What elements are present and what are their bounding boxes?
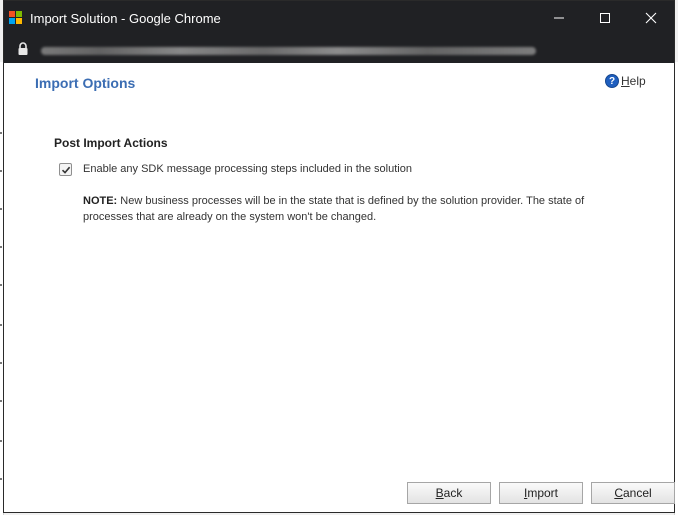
maximize-icon (600, 13, 610, 23)
section-heading: Post Import Actions (54, 136, 168, 150)
back-button[interactable]: Back (407, 482, 491, 504)
import-solution-window: Import Solution - Google Chrome Import O… (3, 0, 675, 513)
background-mark (0, 246, 2, 248)
help-label[interactable]: Help (621, 74, 646, 88)
background-mark (0, 478, 2, 480)
background-mark (0, 440, 2, 442)
help-link[interactable]: ? Help (605, 74, 646, 88)
import-button[interactable]: Import (499, 482, 583, 504)
background-mark (0, 284, 2, 286)
enable-sdk-steps-checkbox[interactable] (59, 163, 72, 176)
checkbox-label[interactable]: Enable any SDK message processing steps … (83, 163, 412, 175)
background-mark (0, 170, 2, 172)
microsoft-logo-icon (9, 11, 23, 25)
window-title: Import Solution - Google Chrome (30, 11, 221, 26)
background-mark (0, 362, 2, 364)
title-bar[interactable]: Import Solution - Google Chrome (4, 1, 674, 35)
minimize-button[interactable] (536, 1, 582, 35)
dialog-content: Import Options ? Help Post Import Action… (4, 63, 675, 512)
note-text: New business processes will be in the st… (83, 195, 585, 223)
note-paragraph: NOTE: New business processes will be in … (83, 193, 603, 225)
background-mark (0, 132, 2, 134)
note-label: NOTE: (83, 195, 118, 207)
import-button-label: Import (523, 486, 559, 500)
minimize-icon (554, 17, 564, 19)
checkmark-icon (61, 166, 70, 174)
background-mark (0, 208, 2, 210)
cancel-button[interactable]: Cancel (591, 482, 675, 504)
lock-icon (18, 42, 28, 55)
page-title: Import Options (35, 75, 136, 91)
cancel-button-label: Cancel (614, 486, 652, 500)
address-bar[interactable] (4, 35, 674, 63)
back-button-label: Back (435, 486, 463, 500)
maximize-button[interactable] (582, 1, 628, 35)
background-mark (0, 324, 2, 326)
close-button[interactable] (628, 1, 674, 35)
close-icon (645, 12, 657, 24)
url-text-blurred[interactable] (41, 47, 536, 55)
background-mark (0, 400, 2, 402)
help-icon: ? (605, 74, 619, 88)
